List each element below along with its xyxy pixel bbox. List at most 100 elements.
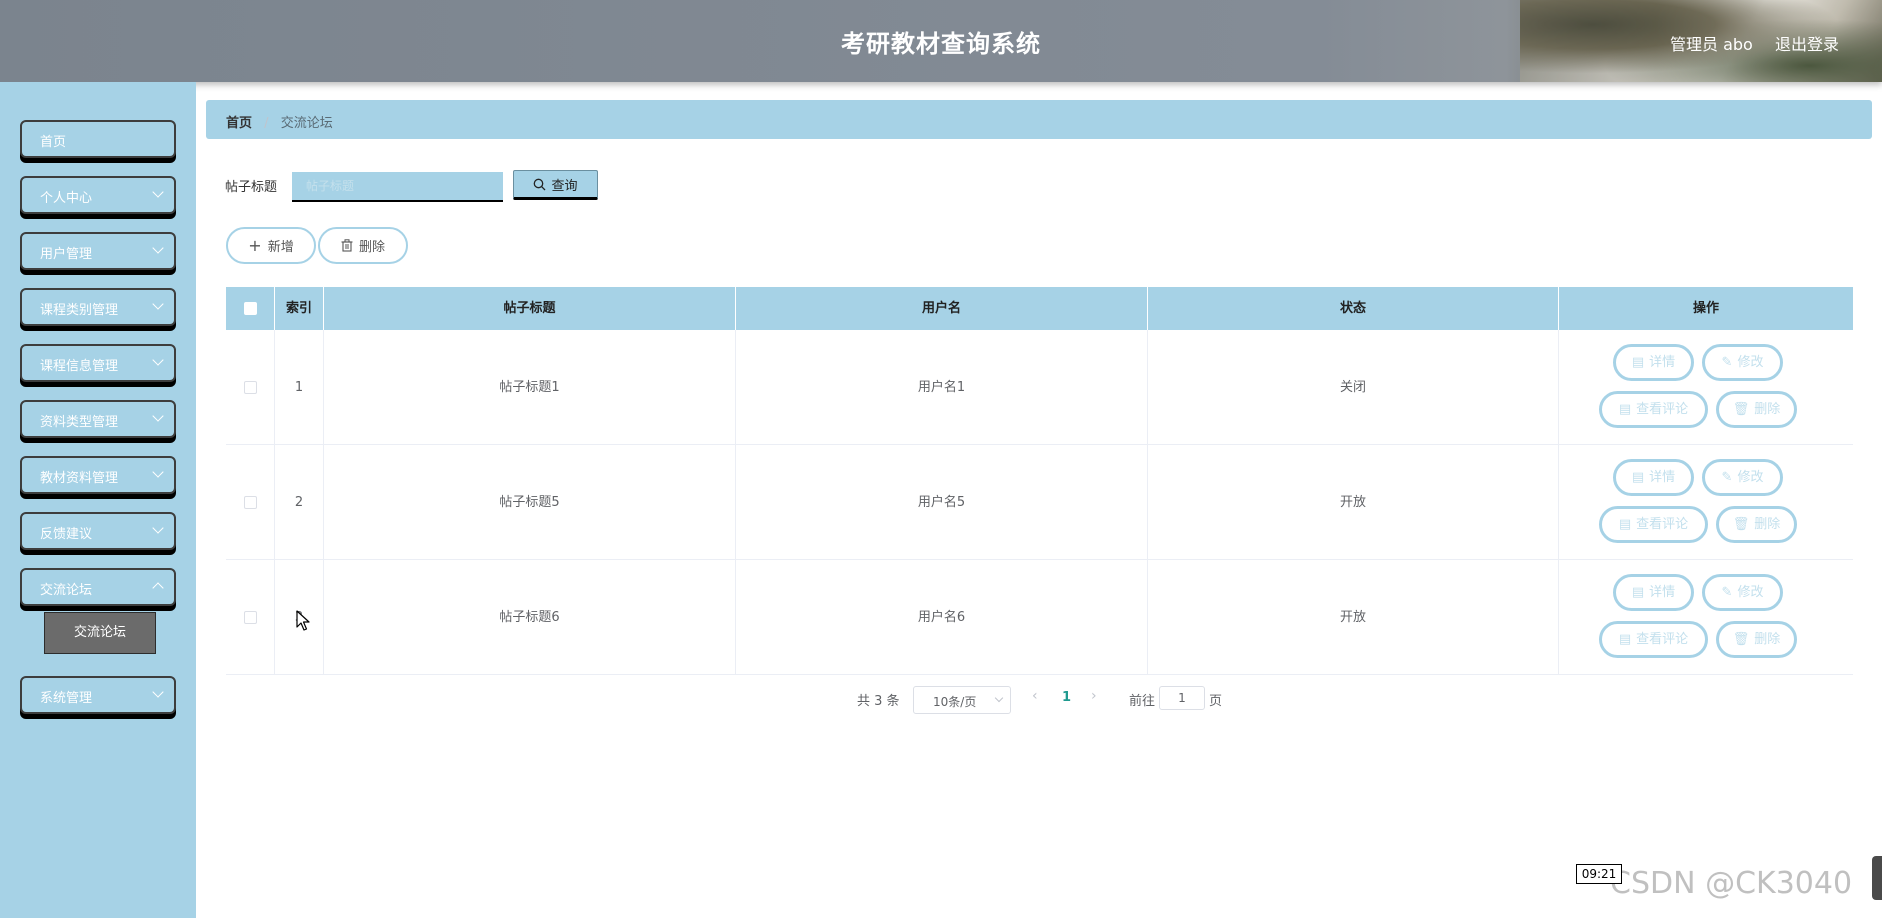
sidebar-item-course-category[interactable]: 课程类别管理	[20, 288, 176, 326]
sidebar-item-forum[interactable]: 交流论坛	[20, 568, 176, 606]
sidebar-item-label: 首页	[40, 135, 67, 150]
plus-icon: +	[248, 236, 262, 255]
chevron-down-icon	[152, 522, 164, 534]
view-comments-button[interactable]: ▤ 查看评论	[1599, 506, 1708, 543]
row-delete-label: 删除	[1754, 632, 1781, 647]
chevron-down-icon	[152, 186, 164, 198]
chevron-down-icon	[152, 298, 164, 310]
add-button[interactable]: + 新增	[226, 227, 316, 264]
sidebar-item-profile[interactable]: 个人中心	[20, 176, 176, 214]
select-all-checkbox[interactable]	[244, 302, 257, 315]
sidebar-item-course-info[interactable]: 课程信息管理	[20, 344, 176, 382]
row-index: 2	[275, 445, 324, 560]
search-button[interactable]: 查询	[513, 170, 598, 200]
trash-icon: 🗑	[1732, 517, 1750, 532]
row-status: 开放	[1148, 445, 1559, 560]
sidebar-item-label: 资料类型管理	[40, 415, 119, 430]
sidebar-item-home[interactable]: 首页	[20, 120, 176, 158]
edit-button[interactable]: ✎ 修改	[1702, 344, 1783, 381]
row-actions: ▤ 详情 ✎ 修改 ▤ 查看评论 🗑 删除	[1559, 330, 1853, 445]
row-status: 关闭	[1148, 330, 1559, 445]
row-delete-label: 删除	[1754, 402, 1781, 417]
search-icon	[534, 178, 546, 190]
prev-page-button[interactable]: ‹	[1032, 688, 1038, 704]
search-button-label: 查询	[551, 178, 578, 194]
edge-tab	[1872, 856, 1882, 900]
table-row: 2 帖子标题5 用户名5 开放 ▤ 详情 ✎ 修改 ▤ 查看评论 🗑 删除	[226, 445, 1853, 560]
row-delete-button[interactable]: 🗑 删除	[1716, 391, 1797, 428]
row-checkbox[interactable]	[244, 611, 257, 624]
trash-icon: 🗑	[1732, 632, 1750, 647]
row-status: 开放	[1148, 560, 1559, 675]
row-checkbox[interactable]	[244, 381, 257, 394]
sidebar-item-feedback[interactable]: 反馈建议	[20, 512, 176, 550]
chevron-down-icon	[152, 410, 164, 422]
chevron-down-icon	[994, 693, 1004, 703]
delete-button[interactable]: 删除	[318, 227, 408, 264]
detail-button[interactable]: ▤ 详情	[1613, 574, 1694, 611]
view-comments-label: 查看评论	[1636, 402, 1689, 417]
row-title: 帖子标题6	[324, 560, 736, 675]
breadcrumb-current: 交流论坛	[280, 116, 333, 131]
sidebar-item-material-type[interactable]: 资料类型管理	[20, 400, 176, 438]
page-number-current[interactable]: 1	[1062, 690, 1071, 705]
sidebar-item-label: 个人中心	[40, 191, 93, 206]
column-header-title: 帖子标题	[324, 287, 736, 330]
column-header-index: 索引	[275, 287, 324, 330]
row-username: 用户名6	[736, 560, 1148, 675]
document-icon: ▤	[1618, 402, 1632, 417]
document-icon: ▤	[1618, 632, 1632, 647]
sidebar: 首页 个人中心 用户管理 课程类别管理 课程信息管理 资料类型管理 教材资料管理…	[0, 82, 196, 918]
row-checkbox[interactable]	[244, 496, 257, 509]
row-delete-button[interactable]: 🗑 删除	[1716, 506, 1797, 543]
breadcrumb-separator: /	[264, 116, 269, 131]
sidebar-item-system[interactable]: 系统管理	[20, 676, 176, 714]
logout-link[interactable]: 退出登录	[1775, 31, 1839, 55]
search-label: 帖子标题	[225, 180, 278, 195]
sidebar-item-users[interactable]: 用户管理	[20, 232, 176, 270]
table-header: 索引 帖子标题 用户名 状态 操作	[226, 287, 1853, 330]
breadcrumb-home[interactable]: 首页	[226, 116, 252, 131]
sidebar-item-label: 用户管理	[40, 247, 93, 262]
chevron-down-icon	[152, 466, 164, 478]
row-title: 帖子标题5	[324, 445, 736, 560]
search-input[interactable]	[292, 172, 503, 202]
document-icon: ▤	[1631, 585, 1645, 600]
chevron-down-icon	[152, 686, 164, 698]
chevron-down-icon	[152, 242, 164, 254]
view-comments-button[interactable]: ▤ 查看评论	[1599, 391, 1708, 428]
column-header-username: 用户名	[736, 287, 1148, 330]
row-select-cell	[226, 445, 275, 560]
time-badge: 09:21	[1576, 864, 1622, 884]
chevron-up-icon	[152, 582, 164, 594]
breadcrumb: 首页 / 交流论坛	[206, 100, 1872, 139]
row-delete-button[interactable]: 🗑 删除	[1716, 621, 1797, 658]
edit-button[interactable]: ✎ 修改	[1702, 459, 1783, 496]
detail-button[interactable]: ▤ 详情	[1613, 344, 1694, 381]
current-user: 管理员 abo	[1670, 35, 1753, 54]
page-size-value: 10条/页	[933, 695, 977, 709]
view-comments-button[interactable]: ▤ 查看评论	[1599, 621, 1708, 658]
pencil-icon: ✎	[1721, 355, 1733, 370]
detail-button-label: 详情	[1649, 470, 1676, 485]
row-delete-label: 删除	[1754, 517, 1781, 532]
trash-icon: 🗑	[1732, 402, 1750, 417]
column-header-actions: 操作	[1692, 301, 1719, 316]
row-index: 1	[275, 330, 324, 445]
next-page-button[interactable]: ›	[1091, 688, 1097, 704]
goto-page-input[interactable]	[1159, 686, 1205, 710]
edit-button-label: 修改	[1737, 585, 1764, 600]
document-icon: ▤	[1618, 517, 1632, 532]
column-header-status: 状态	[1148, 287, 1559, 330]
page-size-select[interactable]: 10条/页	[913, 686, 1011, 714]
sidebar-subitem-forum[interactable]: 交流论坛	[44, 612, 156, 654]
edit-button[interactable]: ✎ 修改	[1702, 574, 1783, 611]
document-icon: ▤	[1631, 470, 1645, 485]
row-select-cell	[226, 560, 275, 675]
detail-button[interactable]: ▤ 详情	[1613, 459, 1694, 496]
sidebar-item-textbook[interactable]: 教材资料管理	[20, 456, 176, 494]
trash-icon	[341, 239, 353, 252]
edit-button-label: 修改	[1737, 355, 1764, 370]
detail-button-label: 详情	[1649, 355, 1676, 370]
row-select-cell	[226, 330, 275, 445]
